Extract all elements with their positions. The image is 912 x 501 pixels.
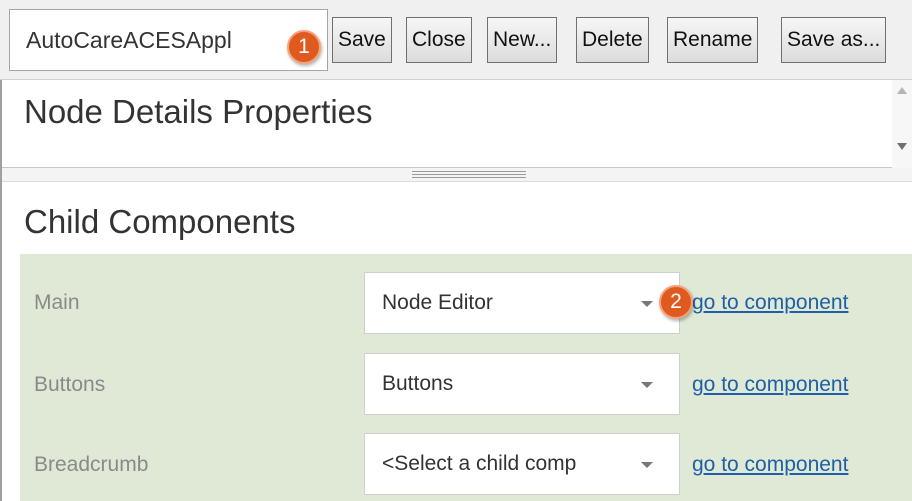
buttons-component-select[interactable]: Buttons	[364, 353, 680, 415]
child-components-title: Child Components	[24, 203, 296, 240]
scroll-up-arrow-icon[interactable]	[897, 87, 907, 94]
component-name-input[interactable]	[9, 9, 328, 71]
delete-button[interactable]: Delete	[576, 17, 649, 63]
chevron-down-icon	[641, 382, 653, 388]
go-to-component-link-breadcrumb[interactable]: go to component	[692, 453, 848, 477]
chevron-down-icon	[641, 462, 653, 468]
row-label-main: Main	[34, 291, 80, 314]
splitter-grip-icon[interactable]	[412, 171, 526, 178]
details-scrollbar[interactable]	[892, 80, 912, 168]
scroll-down-arrow-icon[interactable]	[897, 143, 907, 150]
select-value: Node Editor	[382, 291, 493, 314]
select-value: Buttons	[382, 372, 454, 395]
node-details-section: Node Details Properties	[2, 80, 912, 168]
select-value: <Select a child comp	[382, 452, 577, 475]
save-as-button[interactable]: Save as...	[781, 17, 887, 63]
chevron-down-icon	[641, 301, 653, 307]
row-label-breadcrumb: Breadcrumb	[34, 453, 149, 476]
go-to-component-link-buttons[interactable]: go to component	[692, 373, 848, 397]
rename-button[interactable]: Rename	[667, 17, 759, 63]
callout-badge-2: 2	[659, 285, 693, 319]
go-to-component-link-main[interactable]: go to component	[692, 291, 848, 315]
toolbar: Save Close New... Delete Rename Save as.…	[0, 0, 912, 80]
main-component-select[interactable]: Node Editor	[364, 272, 680, 334]
callout-badge-1: 1	[287, 30, 321, 64]
node-details-title: Node Details Properties	[24, 93, 373, 130]
pane-splitter[interactable]	[2, 168, 912, 182]
save-button[interactable]: Save	[332, 17, 392, 63]
new-button[interactable]: New...	[487, 17, 558, 63]
close-button[interactable]: Close	[406, 17, 472, 63]
breadcrumb-component-select[interactable]: <Select a child comp	[364, 433, 680, 495]
row-label-buttons: Buttons	[34, 373, 106, 396]
